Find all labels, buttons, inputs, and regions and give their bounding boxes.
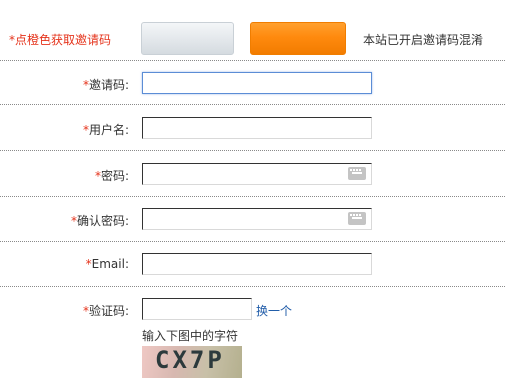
divider xyxy=(0,196,505,197)
keyboard-icon[interactable] xyxy=(348,212,366,225)
invite-code-input[interactable] xyxy=(142,72,372,94)
username-input[interactable] xyxy=(142,117,372,139)
confirm-password-label: *确认密码: xyxy=(70,214,129,228)
invite-code-label: *邀请码: xyxy=(82,78,129,92)
invite-obfuscation-notice: 本站已开启邀请码混淆 xyxy=(363,33,484,47)
invite-code-bar: *点橙色获取邀请码 本站已开启邀请码混淆 xyxy=(0,0,505,78)
keyboard-icon[interactable] xyxy=(348,167,366,180)
password-label: *密码: xyxy=(94,169,129,183)
email-input[interactable] xyxy=(142,253,372,275)
divider xyxy=(0,60,505,61)
email-label: *Email: xyxy=(85,257,129,271)
captcha-image[interactable]: CX7P xyxy=(142,346,242,378)
confirm-password-input[interactable] xyxy=(142,208,372,230)
password-input[interactable] xyxy=(142,163,372,185)
invite-code-hint-label: *点橙色获取邀请码 xyxy=(9,33,112,47)
divider xyxy=(0,241,505,242)
captcha-image-text: CX7P xyxy=(155,346,225,374)
change-captcha-link[interactable]: 换一个 xyxy=(256,302,292,319)
grey-button[interactable] xyxy=(141,22,234,55)
captcha-hint: 输入下图中的字符 xyxy=(142,329,239,343)
divider xyxy=(0,286,505,287)
divider xyxy=(0,104,505,105)
captcha-input[interactable] xyxy=(142,298,252,320)
divider xyxy=(0,150,505,151)
username-label: *用户名: xyxy=(82,123,129,137)
get-invite-code-button[interactable] xyxy=(250,22,346,55)
captcha-label: *验证码: xyxy=(82,304,129,318)
